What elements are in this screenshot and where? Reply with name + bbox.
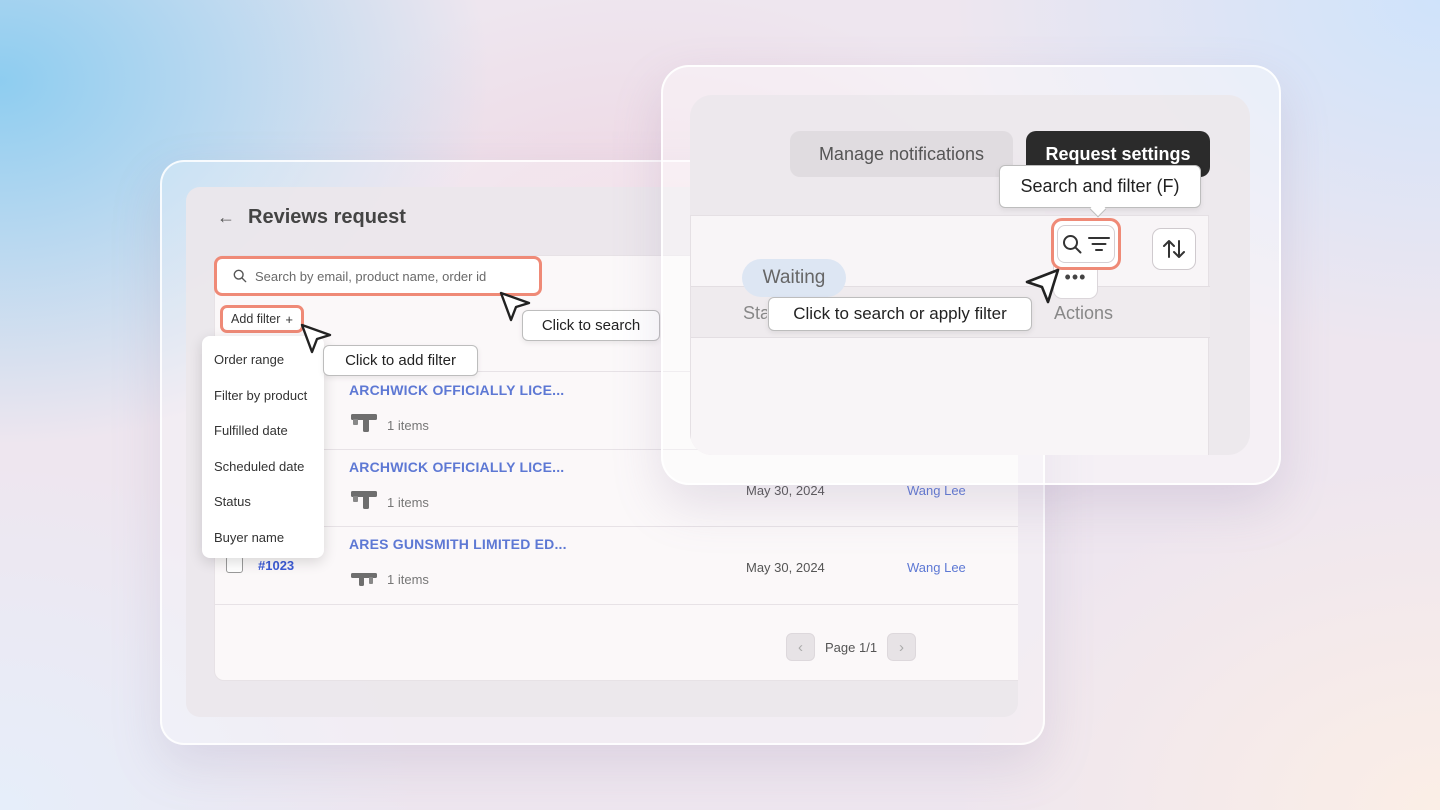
- filter-option-product[interactable]: Filter by product: [202, 378, 324, 414]
- page-header: ← Reviews request: [216, 203, 406, 231]
- filter-option-scheduled-date[interactable]: Scheduled date: [202, 449, 324, 485]
- search-icon: [233, 269, 247, 283]
- tooltip-click-to-search-or-filter: Click to search or apply filter: [768, 297, 1032, 331]
- buyer-link[interactable]: Wang Lee: [907, 483, 966, 498]
- column-header-actions: Actions: [1054, 303, 1114, 323]
- items-count: 1 items: [387, 495, 429, 510]
- column-header-status: Status: [743, 303, 767, 323]
- product-link[interactable]: ARCHWICK OFFICIALLY LICE...: [349, 459, 564, 475]
- pagination: ‹ Page 1/1 ›: [786, 633, 917, 661]
- page-title: Reviews request: [248, 205, 406, 228]
- sort-button[interactable]: [1152, 228, 1196, 270]
- requests-table-card: Status Actions: [690, 215, 1210, 455]
- row-divider: [214, 604, 1018, 605]
- product-link[interactable]: ARCHWICK OFFICIALLY LICE...: [349, 382, 564, 398]
- filter-dropdown-menu: Order range Filter by product Fulfilled …: [202, 336, 324, 558]
- items-count: 1 items: [387, 572, 429, 587]
- items-count: 1 items: [387, 418, 429, 433]
- status-badge: Waiting: [742, 259, 846, 297]
- filter-lines-icon: [1088, 237, 1110, 251]
- order-date: May 30, 2024: [746, 483, 825, 498]
- sort-arrows-icon: [1163, 240, 1185, 258]
- cursor-arrow-icon: [499, 291, 531, 322]
- add-filter-button[interactable]: Add filter +: [220, 305, 304, 333]
- tooltip-click-to-add-filter: Click to add filter: [323, 345, 478, 376]
- row-checkbox[interactable]: [226, 556, 243, 573]
- manage-notifications-button[interactable]: Manage notifications: [790, 131, 1013, 177]
- tooltip-click-to-search: Click to search: [522, 310, 660, 341]
- product-thumbnail-icon: [351, 414, 377, 432]
- plus-icon: +: [285, 311, 293, 327]
- chevron-right-icon[interactable]: ›: [887, 633, 917, 661]
- cursor-arrow-icon: [1025, 268, 1060, 304]
- search-icon: [1063, 235, 1082, 254]
- product-link[interactable]: ARES GUNSMITH LIMITED ED...: [349, 536, 567, 552]
- add-filter-label: Add filter: [231, 312, 281, 326]
- buyer-link[interactable]: Wang Lee: [907, 560, 966, 575]
- table-row[interactable]: #1023 ARES GUNSMITH LIMITED ED... 1 item…: [214, 527, 1018, 603]
- cursor-arrow-icon: [300, 323, 332, 354]
- product-thumbnail-icon: [351, 491, 377, 509]
- order-id-link[interactable]: #1023: [258, 558, 294, 573]
- filter-option-status[interactable]: Status: [202, 484, 324, 520]
- search-filter-inner: [1057, 225, 1115, 263]
- search-and-filter-button[interactable]: [1051, 218, 1121, 270]
- product-thumbnail-icon: [351, 573, 377, 586]
- order-date: May 30, 2024: [746, 560, 825, 575]
- filter-option-buyer-name[interactable]: Buyer name: [202, 520, 324, 556]
- arrow-left-icon[interactable]: ←: [216, 207, 236, 228]
- search-input[interactable]: [255, 268, 535, 284]
- filter-option-fulfilled-date[interactable]: Fulfilled date: [202, 413, 324, 449]
- chevron-left-icon[interactable]: ‹: [786, 633, 815, 661]
- search-input-wrapper[interactable]: [214, 256, 542, 296]
- page-indicator: Page 1/1: [825, 639, 878, 655]
- request-settings-window: Manage notifications Request settings St…: [690, 95, 1250, 455]
